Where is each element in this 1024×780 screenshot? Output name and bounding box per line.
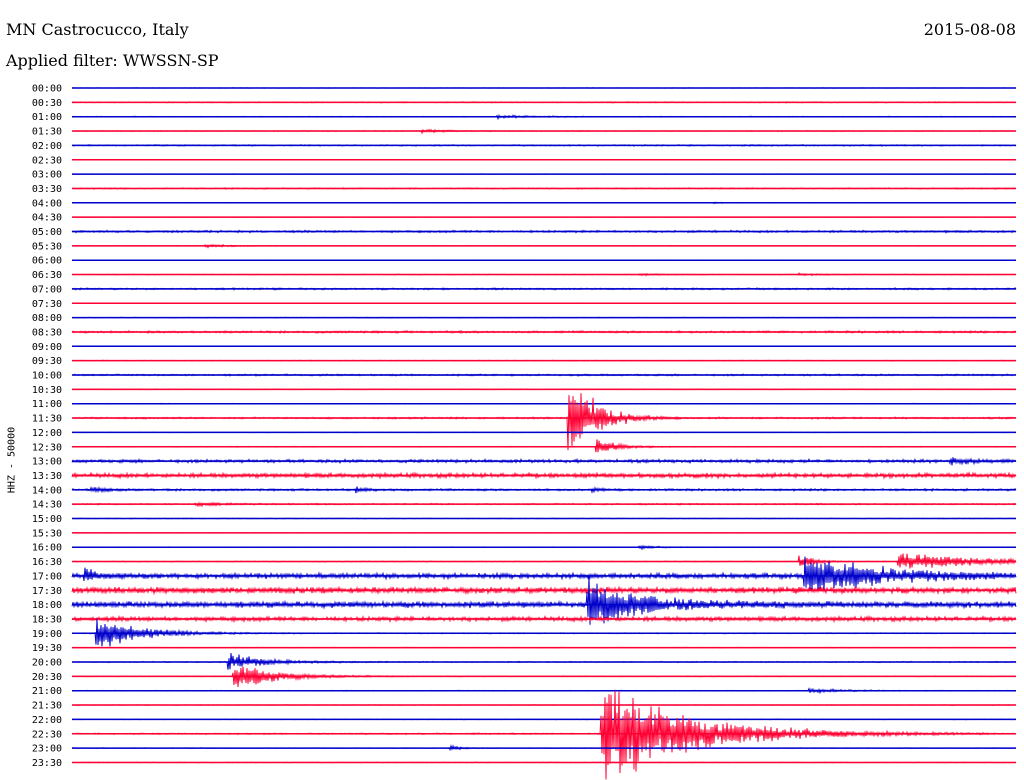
time-tick-label: 13:00 bbox=[32, 457, 62, 468]
trace-0030: 00:30 bbox=[32, 98, 1017, 109]
trace-1000: 10:00 bbox=[32, 371, 1017, 382]
time-tick-label: 09:30 bbox=[32, 356, 62, 367]
time-tick-label: 15:30 bbox=[32, 528, 62, 539]
trace-1100: 11:00 bbox=[32, 399, 1017, 410]
time-tick-label: 01:00 bbox=[32, 112, 62, 123]
time-tick-label: 11:00 bbox=[32, 399, 62, 410]
time-tick-label: 23:00 bbox=[32, 744, 62, 755]
trace-0530: 05:30 bbox=[32, 241, 1017, 252]
time-tick-label: 00:30 bbox=[32, 98, 62, 109]
time-tick-label: 03:30 bbox=[32, 184, 62, 195]
time-tick-label: 22:30 bbox=[32, 729, 62, 740]
trace-1330: 13:30 bbox=[32, 471, 1017, 482]
time-tick-label: 17:00 bbox=[32, 571, 62, 582]
trace-1230: 12:30 bbox=[32, 439, 1017, 453]
trace-0800: 08:00 bbox=[32, 313, 1017, 324]
trace-0000: 00:00 bbox=[32, 84, 1017, 95]
trace-line bbox=[71, 393, 1017, 451]
time-tick-label: 21:30 bbox=[32, 701, 62, 712]
time-tick-label: 08:30 bbox=[32, 327, 62, 338]
time-tick-label: 01:30 bbox=[32, 127, 62, 138]
time-tick-label: 23:30 bbox=[32, 758, 62, 769]
time-tick-label: 19:30 bbox=[32, 643, 62, 654]
time-tick-label: 13:30 bbox=[32, 471, 62, 482]
time-tick-label: 19:00 bbox=[32, 629, 62, 640]
trace-0600: 06:00 bbox=[32, 256, 1017, 267]
time-tick-label: 04:00 bbox=[32, 198, 62, 209]
time-tick-label: 21:00 bbox=[32, 686, 62, 697]
trace-2200: 22:00 bbox=[32, 715, 1017, 726]
trace-0330: 03:30 bbox=[32, 184, 1017, 195]
trace-line bbox=[71, 575, 1017, 625]
time-tick-label: 02:00 bbox=[32, 141, 62, 152]
trace-2130: 21:30 bbox=[32, 701, 1017, 712]
trace-1900: 19:00 bbox=[32, 618, 1017, 647]
trace-line bbox=[71, 439, 1017, 453]
trace-0130: 01:30 bbox=[32, 127, 1017, 138]
time-tick-label: 05:30 bbox=[32, 241, 62, 252]
trace-2100: 21:00 bbox=[32, 686, 1017, 697]
time-tick-label: 20:00 bbox=[32, 658, 62, 669]
time-tick-label: 05:00 bbox=[32, 227, 62, 238]
trace-0400: 04:00 bbox=[32, 198, 1017, 209]
time-tick-label: 12:30 bbox=[32, 442, 62, 453]
trace-2000: 20:00 bbox=[32, 652, 1017, 670]
time-tick-label: 06:30 bbox=[32, 270, 62, 281]
time-tick-label: 15:00 bbox=[32, 514, 62, 525]
trace-1430: 14:30 bbox=[32, 500, 1017, 511]
trace-2330: 23:30 bbox=[32, 758, 1017, 769]
trace-0930: 09:30 bbox=[32, 356, 1017, 367]
trace-0500: 05:00 bbox=[32, 227, 1017, 238]
trace-0300: 03:00 bbox=[32, 170, 1017, 181]
trace-1600: 16:00 bbox=[32, 543, 1017, 554]
time-tick-label: 16:30 bbox=[32, 557, 62, 568]
time-tick-label: 17:30 bbox=[32, 586, 62, 597]
trace-1500: 15:00 bbox=[32, 514, 1017, 525]
time-tick-label: 02:30 bbox=[32, 155, 62, 166]
time-tick-label: 14:00 bbox=[32, 485, 62, 496]
trace-0730: 07:30 bbox=[32, 299, 1017, 310]
time-tick-label: 18:00 bbox=[32, 600, 62, 611]
trace-2030: 20:30 bbox=[32, 666, 1017, 688]
trace-1730: 17:30 bbox=[32, 585, 1017, 597]
trace-1130: 11:30 bbox=[32, 393, 1017, 451]
time-tick-label: 07:00 bbox=[32, 284, 62, 295]
time-tick-label: 12:00 bbox=[32, 428, 62, 439]
trace-1030: 10:30 bbox=[32, 385, 1017, 396]
trace-1530: 15:30 bbox=[32, 528, 1017, 539]
trace-0900: 09:00 bbox=[32, 342, 1017, 353]
seismogram-plot: 00:00 00:30 01:00 01:30 02:00 02:30 03:00 03:30… bbox=[32, 84, 1017, 780]
trace-0100: 01:00 bbox=[32, 112, 1017, 123]
time-tick-label: 08:00 bbox=[32, 313, 62, 324]
trace-0230: 02:30 bbox=[32, 155, 1017, 166]
trace-0700: 07:00 bbox=[32, 284, 1017, 295]
trace-1930: 19:30 bbox=[32, 643, 1017, 654]
trace-1200: 12:00 bbox=[32, 428, 1017, 439]
time-tick-label: 11:30 bbox=[32, 414, 62, 425]
time-tick-label: 10:00 bbox=[32, 371, 62, 382]
trace-2230: 22:30 bbox=[32, 690, 1017, 780]
trace-1630: 16:30 bbox=[32, 553, 1017, 569]
trace-line bbox=[71, 690, 1017, 780]
trace-1300: 13:00 bbox=[32, 457, 1017, 468]
trace-0830: 08:30 bbox=[32, 327, 1017, 338]
time-tick-label: 14:30 bbox=[32, 500, 62, 511]
time-tick-label: 22:00 bbox=[32, 715, 62, 726]
time-tick-label: 04:30 bbox=[32, 213, 62, 224]
trace-0430: 04:30 bbox=[32, 213, 1017, 224]
time-tick-label: 16:00 bbox=[32, 543, 62, 554]
time-tick-label: 07:30 bbox=[32, 299, 62, 310]
time-tick-label: 18:30 bbox=[32, 614, 62, 625]
time-tick-label: 03:00 bbox=[32, 170, 62, 181]
time-tick-label: 09:00 bbox=[32, 342, 62, 353]
trace-0200: 02:00 bbox=[32, 141, 1017, 152]
time-tick-label: 10:30 bbox=[32, 385, 62, 396]
time-tick-label: 20:30 bbox=[32, 672, 62, 683]
trace-0630: 06:30 bbox=[32, 270, 1017, 281]
trace-1400: 14:00 bbox=[32, 485, 1017, 496]
trace-2300: 23:00 bbox=[32, 744, 1017, 755]
time-tick-label: 00:00 bbox=[32, 84, 62, 95]
time-tick-label: 06:00 bbox=[32, 256, 62, 267]
trace-1830: 18:30 bbox=[32, 614, 1017, 625]
